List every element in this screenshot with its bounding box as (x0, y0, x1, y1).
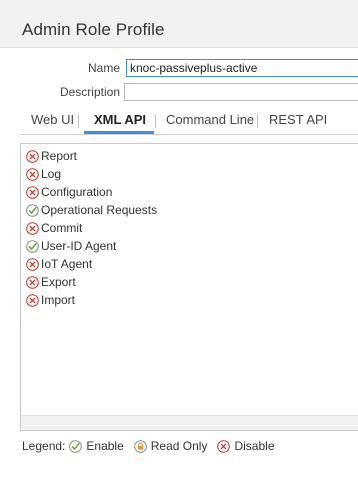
permission-row[interactable]: Operational Requests (26, 201, 157, 219)
legend-enable-label: Enable (86, 439, 124, 453)
dialog-header: Admin Role Profile (0, 0, 358, 48)
tab-xml-api[interactable]: XML API (94, 112, 146, 127)
disable-x-icon[interactable] (26, 293, 39, 307)
dialog-title: Admin Role Profile (22, 20, 165, 39)
horizontal-scrollbar[interactable] (21, 415, 358, 430)
legend-disable-label: Disable (234, 439, 275, 453)
disable-x-icon (217, 439, 231, 453)
tab-separator (78, 114, 79, 128)
permission-label: Operational Requests (41, 203, 158, 217)
tab-separator (155, 114, 156, 128)
permission-row[interactable]: Commit (26, 219, 82, 237)
permission-row[interactable]: Configuration (26, 183, 112, 201)
enable-check-icon (69, 439, 83, 453)
permission-label: Report (41, 149, 78, 163)
disable-x-icon[interactable] (26, 185, 39, 199)
disable-x-icon[interactable] (26, 257, 39, 271)
permission-label: Commit (41, 221, 83, 235)
legend: Legend: Enable Read Only Disable (22, 438, 275, 454)
disable-x-icon[interactable] (26, 149, 39, 163)
permission-row[interactable]: Export (26, 273, 76, 291)
permission-label: IoT Agent (41, 257, 93, 271)
tab-rest-api[interactable]: REST API (269, 112, 327, 127)
permission-label: Export (41, 275, 76, 289)
tab-bar: Web UI XML API Command Line REST API (20, 108, 358, 135)
legend-prefix: Legend: (22, 439, 66, 453)
permission-label: User-ID Agent (41, 239, 117, 253)
disable-x-icon[interactable] (26, 221, 39, 235)
permission-row[interactable]: User-ID Agent (26, 237, 116, 255)
description-label: Description (59, 85, 120, 99)
enable-check-icon[interactable] (26, 239, 39, 253)
name-label: Name (87, 61, 120, 75)
tab-web-ui[interactable]: Web UI (31, 112, 74, 127)
permission-row[interactable]: Report (26, 147, 77, 165)
permission-row[interactable]: Log (26, 165, 61, 183)
disable-x-icon[interactable] (26, 275, 39, 289)
legend-read-only-label: Read Only (150, 439, 208, 453)
enable-check-icon[interactable] (26, 203, 39, 217)
name-field[interactable] (126, 59, 358, 77)
tab-command-line[interactable]: Command Line (166, 112, 254, 127)
permission-label: Log (41, 167, 62, 181)
disable-x-icon[interactable] (26, 167, 39, 181)
read-only-lock-icon (133, 439, 147, 453)
permission-label: Import (41, 293, 76, 307)
tab-separator (257, 114, 258, 128)
permission-row[interactable]: Import (26, 291, 75, 309)
permission-label: Configuration (41, 185, 113, 199)
active-tab-indicator (84, 131, 154, 134)
description-field[interactable] (124, 83, 358, 101)
permission-list: Report Log Configuration Operational Reques… (20, 143, 358, 431)
permission-row[interactable]: IoT Agent (26, 255, 92, 273)
